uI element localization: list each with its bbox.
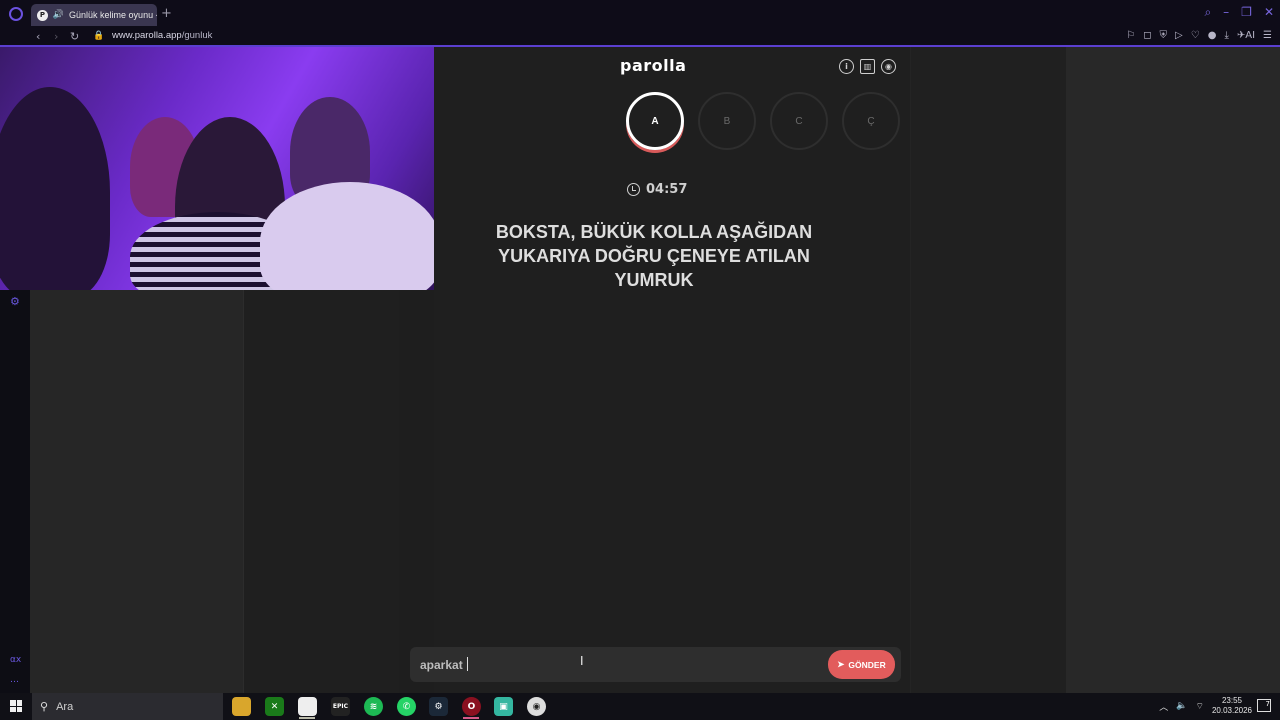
back-button[interactable]: ‹ — [36, 28, 40, 45]
lock-icon: 🔒 — [93, 31, 105, 41]
send-icon: ➤ — [837, 659, 845, 669]
whatsapp-icon[interactable]: ✆ — [397, 697, 416, 716]
taskbar-search-placeholder: Ara — [56, 700, 74, 713]
mouse-cursor-icon: I — [580, 654, 584, 668]
background-panel — [30, 290, 243, 693]
window-controls: ⌕ – ❐ ✕ — [1204, 5, 1274, 20]
browser-tab[interactable]: P 🔊 Günlük kelime oyunu - — [31, 4, 157, 26]
letter-circle: B — [698, 92, 756, 150]
letter-circle: A — [626, 92, 684, 150]
network-icon[interactable]: ⌔ — [1195, 701, 1203, 712]
background-panel — [243, 290, 399, 693]
webcam-video — [0, 47, 434, 290]
search-icon: ⚲ — [40, 700, 49, 713]
address-bar: ‹ › ↻ 🔒 www.parolla.app/gunluk ⚐ ◻ ⛨ ▷ ♡… — [0, 28, 1280, 46]
notepad-icon[interactable] — [298, 697, 317, 716]
forward-button[interactable]: › — [54, 28, 58, 45]
file-explorer-icon[interactable] — [232, 697, 251, 716]
tray-date: 20.03.2026 — [1211, 706, 1252, 715]
tray-clock[interactable]: 23:55 20.03.2026 — [1212, 696, 1252, 716]
opera-menu-icon[interactable] — [9, 7, 23, 21]
header-icons: i ▥ ◉ — [839, 59, 896, 74]
text-caret — [467, 657, 468, 671]
background-panel — [910, 47, 1066, 693]
answer-input[interactable] — [420, 656, 820, 673]
bookmark-icon[interactable]: ⚐ — [1126, 30, 1135, 41]
webcam-shirt — [260, 182, 434, 290]
question-text: BOKSTA, BÜKÜK KOLLA AŞAĞIDAN YUKARIYA DO… — [495, 222, 813, 290]
taskbar-search[interactable]: ⚲ Ara — [32, 693, 223, 720]
heart-icon[interactable]: ♡ — [1191, 30, 1200, 41]
toolbar-icons: ⚐ ◻ ⛨ ▷ ♡ ● ⤓ ✈AI ☰ — [1126, 30, 1272, 41]
shield-icon[interactable]: ⛨ — [1160, 30, 1168, 41]
search-tabs-icon[interactable]: ⌕ — [1204, 5, 1211, 20]
player-icon[interactable]: ▷ — [1175, 30, 1183, 41]
xbox-icon[interactable]: ✕ — [265, 697, 284, 716]
timer-value: 04:57 — [646, 182, 688, 197]
letter-circle: C — [770, 92, 828, 150]
snapshot-icon[interactable]: ◻ — [1143, 30, 1151, 41]
download-icon[interactable]: ⤓ — [1224, 30, 1228, 41]
webcam-person — [0, 87, 110, 290]
volume-icon[interactable]: 🔈 — [1176, 701, 1187, 711]
send-button-label: GÖNDER — [848, 659, 886, 670]
steam-icon[interactable]: ⚙ — [429, 697, 448, 716]
more-icon[interactable]: … — [10, 675, 19, 685]
close-window-button[interactable]: ✕ — [1264, 5, 1274, 20]
app-icon[interactable]: ◉ — [527, 697, 546, 716]
reload-button[interactable]: ↻ — [70, 28, 79, 45]
app-icon[interactable]: ▣ — [494, 697, 513, 716]
tab-title: Günlük kelime oyunu - — [69, 10, 157, 20]
notification-icon[interactable]: 7 — [1257, 699, 1271, 712]
sidebar-ax-label[interactable]: αx — [10, 655, 21, 665]
active-indicator — [463, 717, 479, 719]
send-button[interactable]: ➤ GÖNDER — [828, 650, 895, 679]
stats-icon[interactable]: ▥ — [860, 59, 875, 74]
app-logo[interactable]: parolla — [620, 56, 686, 75]
settings-icon[interactable]: ⚙ — [10, 295, 20, 308]
opera-gx-icon[interactable]: O — [462, 697, 481, 716]
active-indicator — [299, 717, 315, 719]
windows-taskbar: ⚲ Ara ✕ EPIC ≋ ✆ ⚙ O ▣ ◉ ︿ 🔈 ⌔ 23:55 20.… — [0, 693, 1280, 720]
letter-circle: Ç — [842, 92, 900, 150]
browser-tab-bar: P 🔊 Günlük kelime oyunu - + ⌕ – ❐ ✕ — [0, 0, 1280, 28]
timer: 04:57 — [627, 182, 687, 197]
profile-icon[interactable]: ● — [1208, 30, 1217, 41]
info-icon[interactable]: i — [839, 59, 854, 74]
ai-icon[interactable]: ✈AI — [1237, 30, 1255, 41]
background-panel — [1066, 47, 1280, 693]
tray-chevron-icon[interactable]: ︿ — [1159, 700, 1168, 713]
system-tray: ︿ 🔈 ⌔ 23:55 20.03.2026 — [1159, 696, 1252, 716]
tray-time: 23:55 — [1221, 696, 1242, 705]
epic-games-icon[interactable]: EPIC — [331, 697, 350, 716]
spotify-icon[interactable]: ≋ — [364, 697, 383, 716]
tab-favicon-icon: P — [37, 9, 48, 21]
new-tab-button[interactable]: + — [161, 6, 172, 21]
speaker-icon[interactable]: 🔊 — [53, 10, 64, 20]
url-field[interactable]: www.parolla.app/gunluk — [112, 30, 212, 41]
menu-icon[interactable]: ☰ — [1263, 30, 1272, 41]
minimize-button[interactable]: – — [1223, 5, 1229, 20]
clock-icon — [627, 183, 640, 196]
maximize-button[interactable]: ❐ — [1241, 5, 1252, 20]
windows-start-icon[interactable] — [10, 700, 22, 712]
account-icon[interactable]: ◉ — [881, 59, 896, 74]
